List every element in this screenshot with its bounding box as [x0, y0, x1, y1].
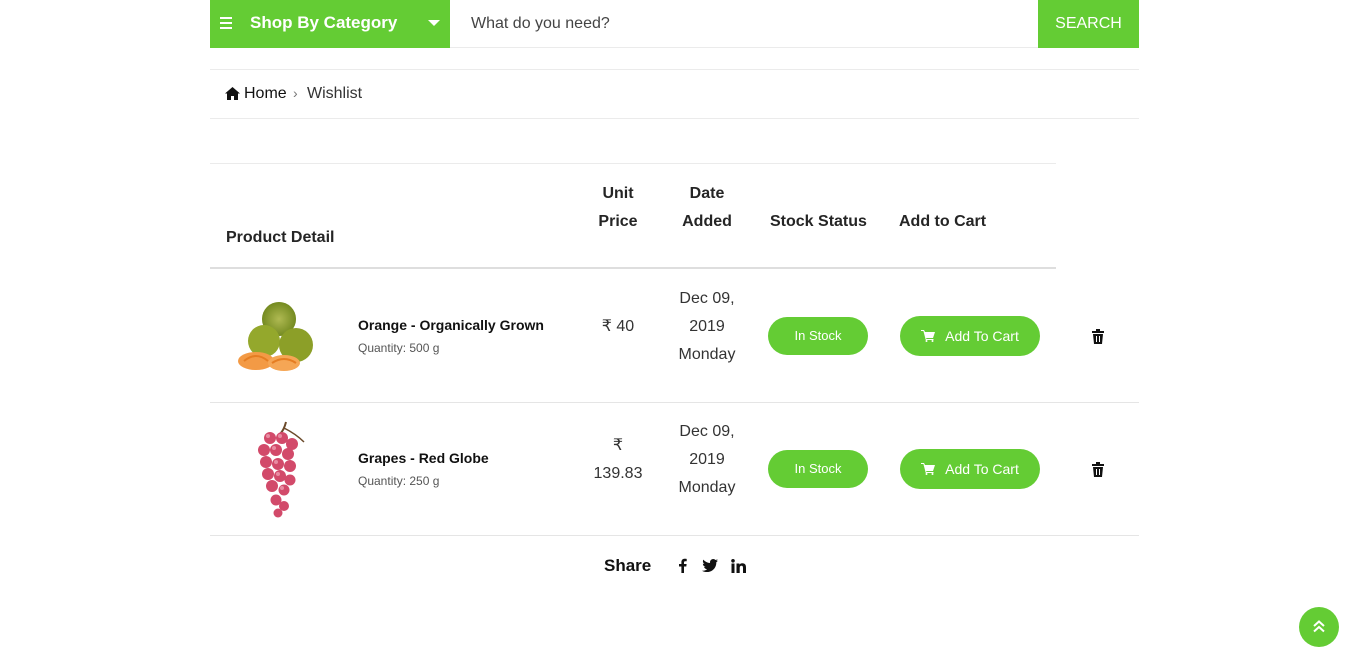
- breadcrumb-current: Wishlist: [307, 85, 363, 102]
- date-line2: 2019: [689, 318, 725, 335]
- add-to-cart-button[interactable]: Add To Cart: [900, 316, 1040, 356]
- header-date-added-line1: Date: [689, 185, 725, 202]
- header-date-added-line2: Added: [682, 213, 732, 230]
- unit-price-line1: ₹ 40: [601, 318, 635, 335]
- product-name[interactable]: Orange - Organically Grown: [358, 317, 544, 333]
- in-stock-badge: In Stock: [768, 450, 868, 488]
- header-unit-price-line2: Price: [598, 213, 638, 230]
- product-quantity: Quantity: 250 g: [358, 474, 440, 488]
- table-row: Orange - Organically Grown Quantity: 500…: [210, 270, 1139, 403]
- twitter-icon[interactable]: [702, 559, 718, 572]
- add-to-cart-button[interactable]: Add To Cart: [900, 449, 1040, 489]
- in-stock-badge: In Stock: [768, 317, 868, 355]
- double-chevron-up-icon: [1313, 620, 1325, 633]
- header-stock-status: Stock Status: [770, 213, 867, 230]
- add-to-cart-label: Add To Cart: [945, 328, 1019, 344]
- unit-price: ₹ 139.83: [580, 432, 656, 488]
- add-to-cart-label: Add To Cart: [945, 461, 1019, 477]
- grapes-fruit-icon: [258, 421, 305, 518]
- table-row: Grapes - Red Globe Quantity: 250 g ₹ 139…: [210, 403, 1139, 536]
- header-add-to-cart: Add to Cart: [899, 213, 987, 230]
- table-header: Product Detail Unit Price Date Added Sto…: [210, 163, 1056, 269]
- share-label: Share: [604, 556, 652, 575]
- date-line3: Monday: [678, 479, 736, 496]
- search-input[interactable]: [450, 0, 1038, 48]
- linkedin-icon[interactable]: [731, 559, 746, 573]
- home-icon: [225, 87, 240, 100]
- header-date-added: Date Added: [662, 180, 752, 236]
- orange-fruit-icon: [238, 302, 313, 371]
- unit-price-line2: 139.83: [593, 465, 643, 482]
- breadcrumb: Home › Wishlist: [210, 69, 1139, 119]
- category-label: Shop By Category: [250, 13, 398, 32]
- date-line3: Monday: [678, 346, 736, 363]
- date-added: Dec 09, 2019 Monday: [662, 285, 752, 369]
- breadcrumb-separator: ›: [293, 85, 298, 101]
- facebook-icon[interactable]: [679, 558, 687, 573]
- caret-down-icon: [428, 20, 440, 26]
- trash-icon[interactable]: [1091, 462, 1105, 478]
- breadcrumb-home-link[interactable]: Home: [244, 85, 287, 103]
- date-line1: Dec 09,: [679, 290, 735, 307]
- unit-price: ₹ 40: [580, 313, 656, 341]
- header-product-detail: Product Detail: [226, 229, 335, 246]
- shop-by-category-button[interactable]: Shop By Category: [210, 0, 450, 48]
- menu-icon: [220, 17, 232, 32]
- trash-icon[interactable]: [1091, 329, 1105, 345]
- date-line1: Dec 09,: [679, 423, 735, 440]
- cart-icon: [921, 463, 936, 475]
- unit-price-line1: ₹: [612, 437, 624, 454]
- top-search-bar: Shop By Category SEARCH: [210, 0, 1139, 48]
- product-name[interactable]: Grapes - Red Globe: [358, 450, 489, 466]
- cart-icon: [921, 330, 936, 342]
- product-quantity: Quantity: 500 g: [358, 341, 440, 355]
- search-button[interactable]: SEARCH: [1038, 0, 1139, 48]
- back-to-top-button[interactable]: [1299, 607, 1339, 647]
- header-unit-price-line1: Unit: [602, 185, 634, 202]
- header-unit-price: Unit Price: [580, 180, 656, 236]
- date-added: Dec 09, 2019 Monday: [662, 418, 752, 502]
- date-line2: 2019: [689, 451, 725, 468]
